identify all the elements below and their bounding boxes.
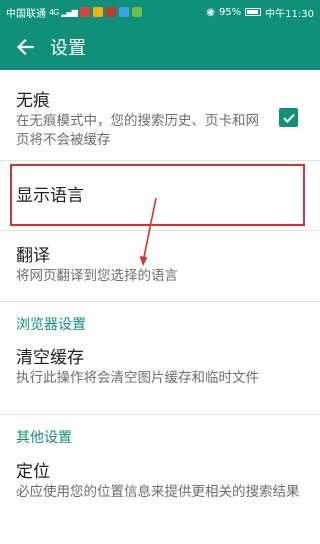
settings-list: 无痕 在无痕模式中，您的搜索历史、页卡和网页将不会被缓存 显示语言 翻译 将网页… — [0, 70, 320, 502]
news-icon — [105, 7, 116, 17]
carrier-label: 中国联通 — [6, 8, 46, 20]
clear-cache-setting[interactable]: 清空缓存 执行此操作将会清空图片缓存和临时文件 — [0, 334, 320, 414]
eye-icon: ◉ — [206, 6, 215, 18]
location-summary: 必应使用您的位置信息来提供更相关的搜索结果 — [16, 484, 300, 500]
battery-icon — [245, 8, 262, 16]
location-title: 定位 — [16, 462, 50, 482]
location-setting[interactable]: 定位 必应使用您的位置信息来提供更相关的搜索结果 — [0, 447, 320, 502]
toolbar: 设置 — [0, 24, 320, 70]
translate-summary: 将网页翻译到您选择的语言 — [16, 268, 178, 284]
signal-icon: ▂▄▆ — [61, 7, 78, 17]
translate-title: 翻译 — [16, 246, 50, 266]
display-language-title: 显示语言 — [16, 185, 84, 206]
status-bar: 中国联通 4G ▂▄▆ ◉ 95% 中午11:30 — [0, 0, 320, 24]
page-title: 设置 — [50, 38, 86, 59]
notification-icon — [92, 7, 103, 17]
clear-cache-title: 清空缓存 — [16, 348, 84, 368]
weibo-icon — [79, 7, 90, 17]
clear-cache-summary: 执行此操作将会清空图片缓存和临时文件 — [16, 370, 259, 386]
battery-percent: 95% — [218, 6, 242, 18]
network-label: 4G — [49, 7, 59, 17]
incognito-setting[interactable]: 无痕 在无痕模式中，您的搜索历史、页卡和网页将不会被缓存 — [0, 70, 320, 160]
clock: 中午11:30 — [265, 8, 314, 20]
translate-setting[interactable]: 翻译 将网页翻译到您选择的语言 — [0, 231, 320, 301]
incognito-summary: 在无痕模式中，您的搜索历史、页卡和网页将不会被缓存 — [16, 113, 259, 148]
browser-settings-header: 浏览器设置 — [16, 317, 86, 333]
arrow-left-icon[interactable] — [0, 24, 50, 70]
display-language-setting[interactable]: 显示语言 — [0, 161, 320, 230]
other-settings-header: 其他设置 — [16, 430, 72, 446]
incognito-checkbox[interactable] — [279, 108, 298, 127]
app-icon — [118, 7, 129, 17]
wechat-icon — [131, 7, 142, 17]
incognito-title: 无痕 — [16, 91, 50, 111]
